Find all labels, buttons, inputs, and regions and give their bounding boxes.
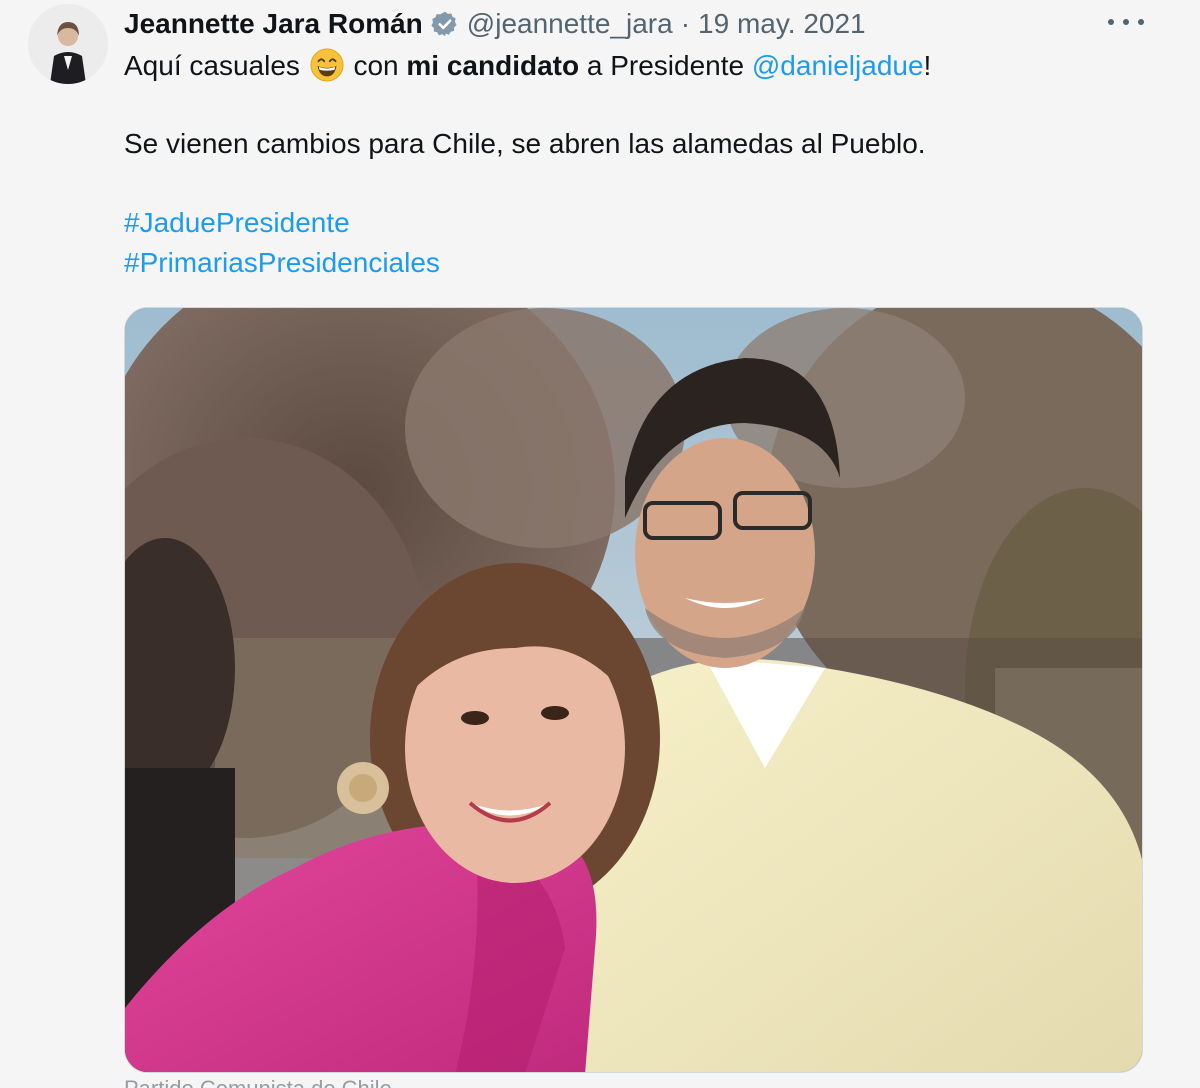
author-avatar[interactable] — [28, 4, 108, 84]
text-segment: con — [353, 50, 399, 81]
media-caption: Partido Comunista de Chile — [124, 1076, 392, 1088]
hashtag-link[interactable]: #PrimariasPresidenciales — [124, 243, 440, 283]
more-dot — [1108, 19, 1114, 25]
author-name[interactable]: Jeannette Jara Román — [124, 8, 423, 40]
tweet-text-line1: Aquí casuales con mi candidato a Preside… — [124, 46, 931, 86]
tweet-date[interactable]: 19 may. 2021 — [698, 8, 866, 40]
mention-link[interactable]: @danieljadue — [752, 50, 924, 81]
tweet-photo[interactable] — [124, 307, 1143, 1073]
verified-badge-icon[interactable] — [431, 10, 459, 38]
more-dot — [1138, 19, 1144, 25]
more-options-icon[interactable] — [1108, 8, 1144, 36]
tweet-text-line2: Se vienen cambios para Chile, se abren l… — [124, 128, 926, 159]
hashtag-link[interactable]: #JaduePresidente — [124, 203, 350, 243]
separator-dot: · — [680, 8, 691, 39]
grinning-face-emoji — [310, 48, 344, 82]
text-segment: a Presidente — [586, 50, 745, 81]
author-handle[interactable]: @jeannette_jara — [467, 8, 673, 40]
bold-text: mi candidato — [406, 50, 580, 81]
tweet[interactable]: Jeannette Jara Román @jeannette_jara · 1… — [0, 0, 1200, 1088]
text-segment: Aquí casuales — [124, 50, 300, 81]
tweet-header: Jeannette Jara Román @jeannette_jara · 1… — [124, 4, 866, 44]
more-dot — [1123, 19, 1129, 25]
text-segment: ! — [923, 50, 932, 81]
